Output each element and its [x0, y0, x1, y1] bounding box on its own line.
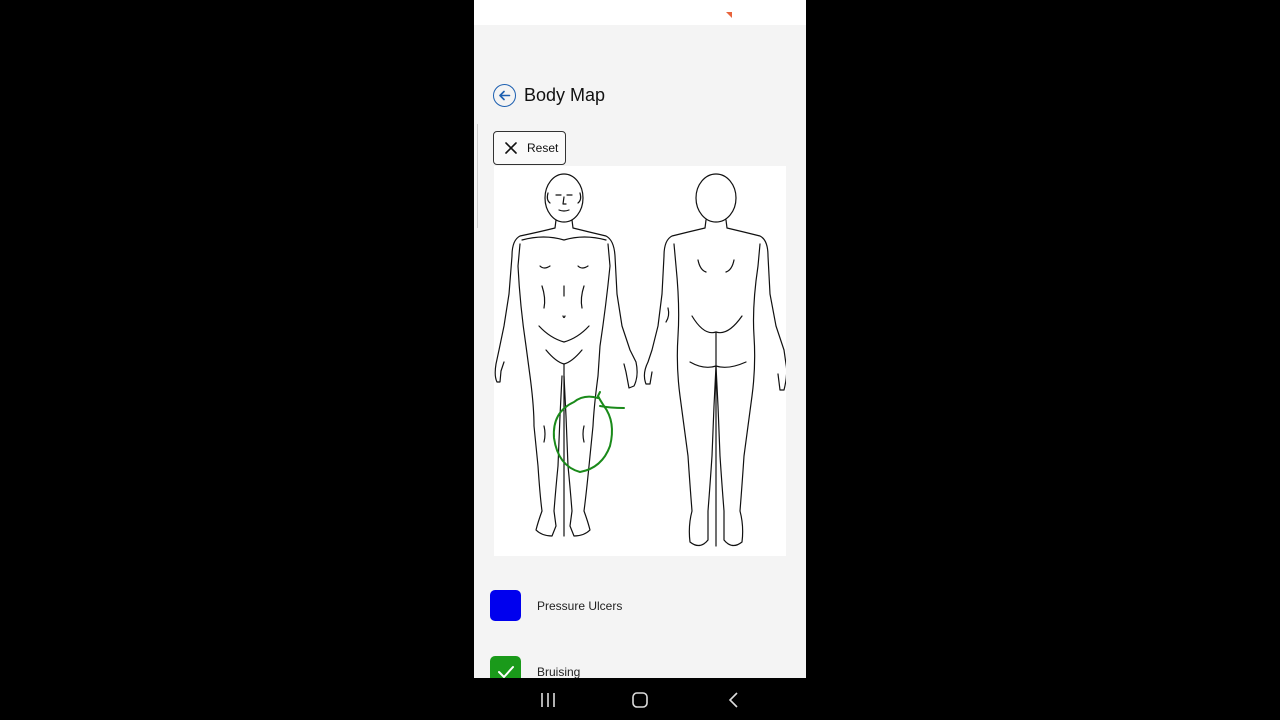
- checkmark-icon: [497, 665, 514, 678]
- legend-label-pressure-ulcers: Pressure Ulcers: [537, 598, 623, 613]
- bruising-swatch[interactable]: [490, 656, 521, 678]
- legend-item-pressure-ulcers: Pressure Ulcers: [490, 590, 622, 621]
- body-map-drawing: [494, 173, 788, 547]
- close-icon: [505, 142, 517, 154]
- front-body-outline: [494, 173, 638, 537]
- home-icon: [632, 692, 648, 708]
- legend-label-bruising: Bruising: [537, 664, 581, 679]
- recent-apps-button[interactable]: [536, 688, 560, 712]
- arrow-left-icon: [499, 90, 511, 100]
- back-body-outline: [643, 173, 788, 547]
- chevron-left-icon: [728, 692, 738, 708]
- page-title: Body Map: [524, 84, 606, 105]
- android-nav-bar: [474, 678, 806, 720]
- body-map-canvas[interactable]: [494, 166, 788, 556]
- screen-header: Body Map: [493, 81, 605, 109]
- recent-apps-icon: [541, 693, 555, 707]
- edge-divider: [474, 124, 478, 228]
- back-button[interactable]: [493, 83, 516, 107]
- phone-screen: Body Map Reset Pressure Ulcers Bruising: [474, 0, 806, 678]
- legend-item-bruising: Bruising: [490, 656, 580, 678]
- corner-marker: [726, 12, 732, 18]
- reset-button[interactable]: Reset: [493, 131, 566, 165]
- reset-label: Reset: [527, 141, 559, 155]
- top-bar: [474, 0, 806, 25]
- pressure-ulcers-swatch[interactable]: [490, 590, 521, 621]
- back-nav-button[interactable]: [722, 688, 746, 712]
- home-button[interactable]: [628, 688, 652, 712]
